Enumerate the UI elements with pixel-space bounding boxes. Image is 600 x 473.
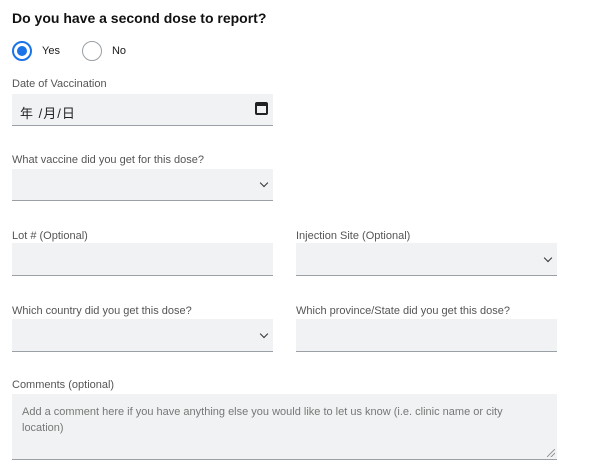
second-dose-question: Do you have a second dose to report? bbox=[12, 10, 267, 26]
country-select[interactable] bbox=[12, 319, 273, 352]
province-label: Which province/State did you get this do… bbox=[296, 305, 511, 317]
comments-label: Comments (optional) bbox=[12, 379, 115, 391]
chevron-down-icon bbox=[259, 178, 269, 188]
second-dose-radio-group: Yes No bbox=[12, 41, 142, 61]
chevron-down-icon bbox=[259, 329, 269, 339]
date-input[interactable]: 年 /月/日 bbox=[12, 94, 273, 126]
vaccine-select[interactable] bbox=[12, 169, 273, 201]
country-label: Which country did you get this dose? bbox=[12, 305, 192, 317]
comments-textarea[interactable]: Add a comment here if you have anything … bbox=[12, 394, 557, 460]
calendar-icon[interactable] bbox=[255, 102, 268, 115]
province-input[interactable] bbox=[296, 319, 557, 352]
lot-input[interactable] bbox=[12, 243, 273, 276]
injection-site-select[interactable] bbox=[296, 243, 557, 276]
lot-label: Lot # (Optional) bbox=[12, 230, 88, 242]
comments-placeholder: Add a comment here if you have anything … bbox=[22, 406, 503, 434]
injection-site-label: Injection Site (Optional) bbox=[296, 230, 411, 242]
radio-no-icon[interactable] bbox=[81, 41, 102, 61]
date-value: 年 /月/日 bbox=[20, 106, 76, 121]
radio-yes-selected-icon[interactable] bbox=[12, 41, 32, 61]
vaccine-label: What vaccine did you get for this dose? bbox=[12, 154, 204, 166]
radio-yes-label: Yes bbox=[42, 45, 60, 57]
resize-handle-icon[interactable] bbox=[547, 449, 555, 457]
radio-option-yes[interactable]: Yes bbox=[12, 41, 60, 61]
date-label: Date of Vaccination bbox=[12, 78, 107, 90]
radio-no-label: No bbox=[111, 45, 127, 57]
chevron-down-icon bbox=[543, 253, 553, 263]
radio-option-no[interactable]: No bbox=[81, 41, 127, 61]
